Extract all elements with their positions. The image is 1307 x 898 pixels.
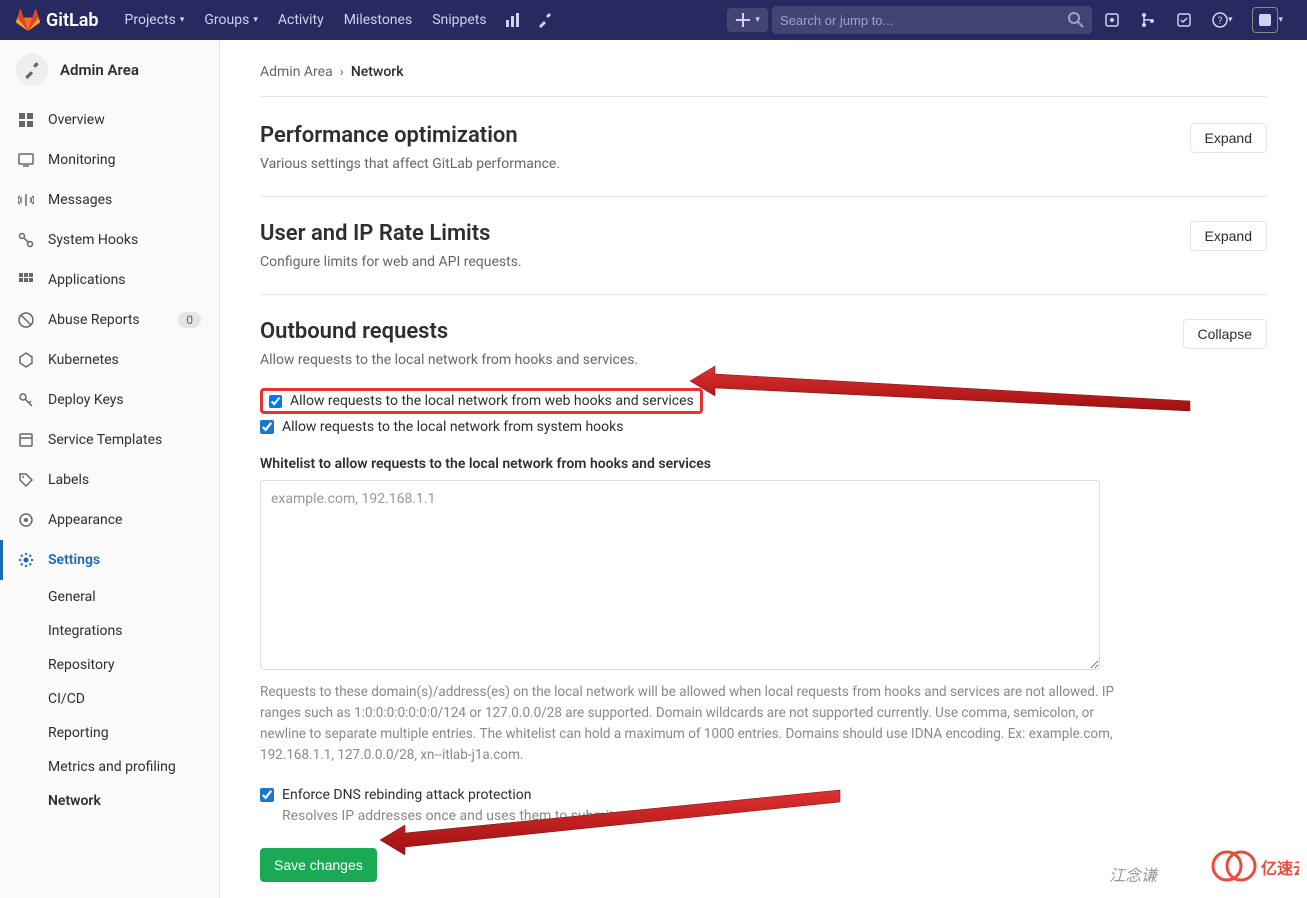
whitelist-textarea[interactable] xyxy=(260,480,1100,670)
top-nav: GitLab Projects▾ Groups▾ Activity Milest… xyxy=(0,0,1307,40)
chevron-down-icon: ▾ xyxy=(180,15,185,25)
sidebar-item-system-hooks[interactable]: System Hooks xyxy=(0,220,219,260)
overview-icon xyxy=(18,112,34,128)
gitlab-icon xyxy=(16,8,40,32)
sidebar-item-service-templates[interactable]: Service Templates xyxy=(0,420,219,460)
section-desc: Various settings that affect GitLab perf… xyxy=(260,156,560,172)
breadcrumb-current: Network xyxy=(351,64,404,80)
chevron-down-icon: ▾ xyxy=(1278,15,1283,25)
sub-item-cicd[interactable]: CI/CD xyxy=(10,682,219,716)
sidebar-item-settings[interactable]: Settings xyxy=(0,540,219,580)
expand-button[interactable]: Expand xyxy=(1190,221,1267,251)
sidebar-header[interactable]: Admin Area xyxy=(0,40,219,100)
nav-user-menu[interactable]: ▾ xyxy=(1244,0,1291,40)
checkbox-allow-webhooks[interactable] xyxy=(269,395,282,408)
nav-milestones[interactable]: Milestones xyxy=(334,0,423,40)
kubernetes-icon xyxy=(18,352,34,368)
section-title: User and IP Rate Limits xyxy=(260,221,522,246)
search-icon xyxy=(1068,12,1084,28)
sub-item-integrations[interactable]: Integrations xyxy=(10,614,219,648)
nav-admin-icon[interactable] xyxy=(529,0,561,40)
checkbox-dns-rebinding[interactable] xyxy=(260,788,274,802)
nav-help-icon[interactable]: ?▾ xyxy=(1204,0,1241,40)
sidebar-item-appearance[interactable]: Appearance xyxy=(0,500,219,540)
nav-projects[interactable]: Projects▾ xyxy=(115,0,195,40)
nav-groups[interactable]: Groups▾ xyxy=(194,0,267,40)
sidebar-item-monitoring[interactable]: Monitoring xyxy=(0,140,219,180)
sidebar-item-abuse-reports[interactable]: Abuse Reports0 xyxy=(0,300,219,340)
save-button[interactable]: Save changes xyxy=(260,848,377,882)
sidebar-title: Admin Area xyxy=(60,61,139,79)
badge-count: 0 xyxy=(178,312,201,328)
new-button[interactable]: ▾ xyxy=(727,8,768,32)
section-outbound: Outbound requests Allow requests to the … xyxy=(260,295,1267,898)
monitor-icon xyxy=(18,152,34,168)
abuse-icon xyxy=(18,312,34,328)
search-box[interactable] xyxy=(772,6,1092,34)
section-rate-limits: User and IP Rate Limits Configure limits… xyxy=(260,197,1267,295)
broadcast-icon xyxy=(18,192,34,208)
sub-item-network[interactable]: Network xyxy=(10,784,219,818)
expand-button[interactable]: Expand xyxy=(1190,123,1267,153)
sidebar: Admin Area Overview Monitoring Messages … xyxy=(0,40,220,898)
svg-text:亿速云: 亿速云 xyxy=(1261,859,1299,878)
nav-merge-icon[interactable] xyxy=(1132,0,1164,40)
nav-analytics-icon[interactable] xyxy=(497,0,529,40)
sidebar-item-deploy-keys[interactable]: Deploy Keys xyxy=(0,380,219,420)
apps-icon xyxy=(18,272,34,288)
watermark-text: 江念谦 xyxy=(1109,862,1157,886)
checkbox-label: Allow requests to the local network from… xyxy=(290,393,694,409)
section-title: Outbound requests xyxy=(260,319,638,344)
nav-issues-icon[interactable] xyxy=(1096,0,1128,40)
key-icon xyxy=(18,392,34,408)
chevron-down-icon: ▾ xyxy=(253,15,258,25)
appearance-icon xyxy=(18,512,34,528)
collapse-button[interactable]: Collapse xyxy=(1183,319,1267,349)
plus-icon xyxy=(735,12,751,28)
sidebar-item-messages[interactable]: Messages xyxy=(0,180,219,220)
template-icon xyxy=(18,432,34,448)
breadcrumb: Admin Area › Network xyxy=(260,56,1267,97)
gear-icon xyxy=(18,552,34,568)
sidebar-item-kubernetes[interactable]: Kubernetes xyxy=(0,340,219,380)
sub-item-reporting[interactable]: Reporting xyxy=(10,716,219,750)
brand-text: GitLab xyxy=(46,10,99,31)
section-performance: Performance optimization Various setting… xyxy=(260,99,1267,197)
sidebar-item-overview[interactable]: Overview xyxy=(0,100,219,140)
highlighted-checkbox-row: Allow requests to the local network from… xyxy=(260,388,703,414)
nav-snippets[interactable]: Snippets xyxy=(422,0,496,40)
sub-item-repository[interactable]: Repository xyxy=(10,648,219,682)
hook-icon xyxy=(18,232,34,248)
watermark-logo: 亿速云 xyxy=(1209,846,1299,890)
label-icon xyxy=(18,472,34,488)
svg-text:?: ? xyxy=(1218,16,1223,27)
sidebar-item-applications[interactable]: Applications xyxy=(0,260,219,300)
checkbox-label: Enforce DNS rebinding attack protection xyxy=(282,787,532,803)
chevron-down-icon: ▾ xyxy=(755,15,760,25)
sidebar-item-labels[interactable]: Labels xyxy=(0,460,219,500)
sub-item-general[interactable]: General xyxy=(10,580,219,614)
whitelist-label: Whitelist to allow requests to the local… xyxy=(260,456,1267,472)
main-content: Admin Area › Network Performance optimiz… xyxy=(220,40,1307,898)
nav-todos-icon[interactable] xyxy=(1168,0,1200,40)
section-desc: Configure limits for web and API request… xyxy=(260,254,522,270)
section-title: Performance optimization xyxy=(260,123,560,148)
checkbox-allow-system-hooks[interactable] xyxy=(260,420,274,434)
gitlab-logo[interactable]: GitLab xyxy=(16,8,99,32)
search-input[interactable] xyxy=(780,13,1068,28)
avatar-icon xyxy=(1252,7,1278,33)
chevron-down-icon: ▾ xyxy=(1228,15,1233,25)
checkbox-label: Allow requests to the local network from… xyxy=(282,419,623,435)
dns-help-text: Resolves IP addresses once and uses them… xyxy=(282,808,1267,824)
section-desc: Allow requests to the local network from… xyxy=(260,352,638,368)
settings-submenu: General Integrations Repository CI/CD Re… xyxy=(0,580,219,818)
nav-activity[interactable]: Activity xyxy=(268,0,334,40)
whitelist-help: Requests to these domain(s)/address(es) … xyxy=(260,682,1120,766)
breadcrumb-root[interactable]: Admin Area xyxy=(260,64,333,80)
wrench-icon xyxy=(16,54,48,86)
sub-item-metrics[interactable]: Metrics and profiling xyxy=(10,750,219,784)
